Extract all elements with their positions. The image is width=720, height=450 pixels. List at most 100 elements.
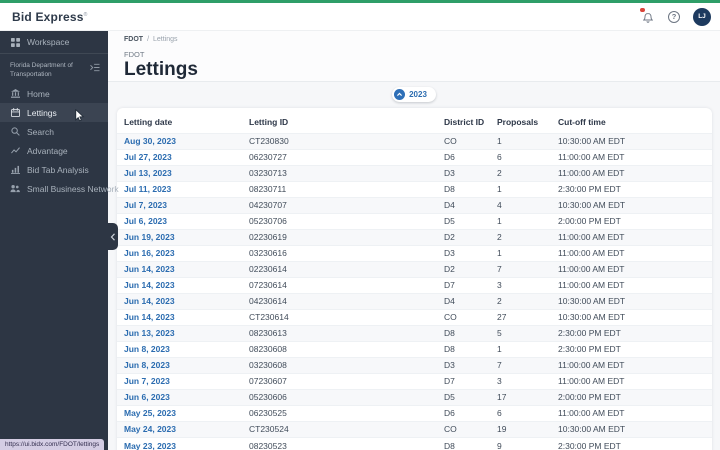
notification-badge-dot [640,7,645,12]
col-letting-date: Letting date [124,116,173,127]
cutoff-time-cell: 10:30:00 AM EDT [551,132,712,150]
district-id-cell: CO [437,132,490,150]
letting-date-cell: Jul 27, 2023 [117,148,242,166]
letting-date-cell: Jun 14, 2023 [117,276,242,294]
letting-date-link[interactable]: Jun 8, 2023 [124,344,170,354]
help-button[interactable]: ? [668,10,680,23]
cutoff-time-cell: 11:00:00 AM EDT [551,276,712,294]
letting-date-link[interactable]: Jun 6, 2023 [124,392,170,402]
letting-date-link[interactable]: Jun 7, 2023 [124,376,170,386]
letting-date-link[interactable]: Jul 27, 2023 [124,152,172,162]
question-mark-icon: ? [671,12,677,21]
letting-id-cell: 02230619 [242,228,437,246]
cutoff-time-cell: 2:30:00 PM EDT [551,340,712,358]
letting-id-cell: 07230614 [242,276,437,294]
letting-date-link[interactable]: May 25, 2023 [124,408,176,418]
table-row: May 23, 2023 08230523 D8 9 2:30:00 PM ED… [117,436,712,450]
letting-date-cell: May 24, 2023 [117,420,242,438]
proposals-cell: 6 [490,148,551,166]
proposals-cell: 2 [490,164,551,182]
letting-date-link[interactable]: Jun 8, 2023 [124,360,170,370]
sidebar-item-small-business-network[interactable]: Small Business Network [0,179,119,198]
letting-date-link[interactable]: Jun 13, 2023 [124,328,175,338]
cutoff-time-cell: 2:30:00 PM EDT [551,180,712,198]
table-row: Jul 27, 2023 06230727 D6 6 11:00:00 AM E… [117,148,712,166]
sidebar-item-label: Workspace [27,37,70,47]
sidebar-item-lettings[interactable]: Lettings [0,103,108,123]
table-row: Jun 14, 2023 02230614 D2 7 11:00:00 AM E… [117,260,712,278]
lettings-table: Letting date Letting ID District ID Prop… [117,108,712,450]
sidebar-item-search[interactable]: Search [0,122,108,141]
registered-mark: ® [83,11,88,18]
letting-id-cell: 08230608 [242,340,437,358]
table-row: Jun 8, 2023 03230608 D3 7 11:00:00 AM ED… [117,356,712,374]
link-preview-tooltip: https://ui.bidx.com/FDOT/lettings [0,438,105,450]
letting-date-link[interactable]: Jun 14, 2023 [124,296,175,306]
proposals-cell: 9 [490,436,551,450]
table-row: Jun 14, 2023 07230614 D7 3 11:00:00 AM E… [117,276,712,294]
letting-date-cell: Jun 8, 2023 [117,356,242,374]
proposals-cell: 1 [490,180,551,198]
sidebar: Workspace Florida Department of Transpor… [0,31,119,450]
col-letting-id: Letting ID [249,116,289,127]
letting-date-cell: Jun 13, 2023 [117,324,242,342]
letting-date-cell: May 25, 2023 [117,404,242,422]
sidebar-item-label: Advantage [27,145,68,156]
letting-date-link[interactable]: Jul 6, 2023 [124,216,167,226]
top-bar-actions: ? LJ [640,7,711,26]
letting-date-link[interactable]: Jul 11, 2023 [124,184,171,194]
letting-id-cell: 06230727 [242,148,437,166]
letting-date-cell: Jun 14, 2023 [117,308,242,326]
letting-date-link[interactable]: Aug 30, 2023 [124,136,176,146]
breadcrumb-root-link[interactable]: FDOT [124,36,143,43]
content-area: 2023 Letting date Letting ID District ID… [108,82,720,450]
proposals-cell: 1 [490,340,551,358]
table-row: Jul 11, 2023 08230711 D8 1 2:30:00 PM ED… [117,180,712,198]
letting-id-cell: CT230614 [242,308,437,326]
breadcrumb-separator: / [147,36,150,43]
cutoff-time-cell: 11:00:00 AM EDT [551,164,712,182]
cutoff-time-cell: 10:30:00 AM EDT [551,292,712,310]
proposals-cell: 2 [490,228,551,246]
letting-date-cell: Jun 8, 2023 [117,340,242,358]
letting-date-link[interactable]: Jun 16, 2023 [124,248,175,258]
letting-id-cell: 08230711 [242,180,437,198]
letting-date-link[interactable]: Jun 19, 2023 [124,232,175,242]
org-menu-toggle-icon[interactable] [90,61,100,72]
proposals-cell: 1 [490,244,551,262]
letting-date-link[interactable]: Jun 14, 2023 [124,280,175,290]
letting-date-link[interactable]: May 23, 2023 [124,441,176,450]
sidebar-item-label: Search [27,126,54,137]
proposals-cell: 1 [490,132,551,150]
letting-date-cell: Aug 30, 2023 [117,132,242,150]
table-row: May 24, 2023 CT230524 CO 19 10:30:00 AM … [117,420,712,438]
table-header-row: Letting date Letting ID District ID Prop… [117,108,712,134]
sidebar-item-label: Small Business Network [27,183,119,194]
user-avatar[interactable]: LJ [693,7,711,26]
proposals-cell: 3 [490,276,551,294]
main-content: FDOT / Lettings FDOT Lettings 2023 Letti… [108,31,720,450]
letting-date-link[interactable]: May 24, 2023 [124,424,176,434]
chevron-up-icon [394,88,406,100]
table-row: Jul 7, 2023 04230707 D4 4 10:30:00 AM ED… [117,196,712,214]
sidebar-collapse-handle[interactable] [108,223,118,250]
letting-date-link[interactable]: Jul 7, 2023 [124,200,167,210]
proposals-cell: 2 [490,292,551,310]
letting-date-link[interactable]: Jun 14, 2023 [124,312,175,322]
page-header: FDOT / Lettings FDOT Lettings [108,31,720,82]
district-id-cell: D3 [437,244,490,262]
table-row: Aug 30, 2023 CT230830 CO 1 10:30:00 AM E… [117,132,712,150]
sidebar-item-workspace[interactable]: Workspace [0,31,108,53]
sidebar-item-advantage[interactable]: Advantage [0,141,108,160]
district-id-cell: D3 [437,356,490,374]
year-filter-pill[interactable]: 2023 [392,86,436,102]
proposals-cell: 5 [490,324,551,342]
letting-date-link[interactable]: Jul 13, 2023 [124,168,172,178]
letting-date-link[interactable]: Jun 14, 2023 [124,264,175,274]
notifications-button[interactable] [640,7,655,23]
cutoff-time-cell: 11:00:00 AM EDT [551,356,712,374]
sidebar-item-home[interactable]: Home [0,84,108,103]
sidebar-item-bid-tab-analysis[interactable]: Bid Tab Analysis [0,160,108,179]
table-row: Jun 16, 2023 03230616 D3 1 11:00:00 AM E… [117,244,712,262]
table-row: Jul 6, 2023 05230706 D5 1 2:00:00 PM EDT [117,212,712,230]
